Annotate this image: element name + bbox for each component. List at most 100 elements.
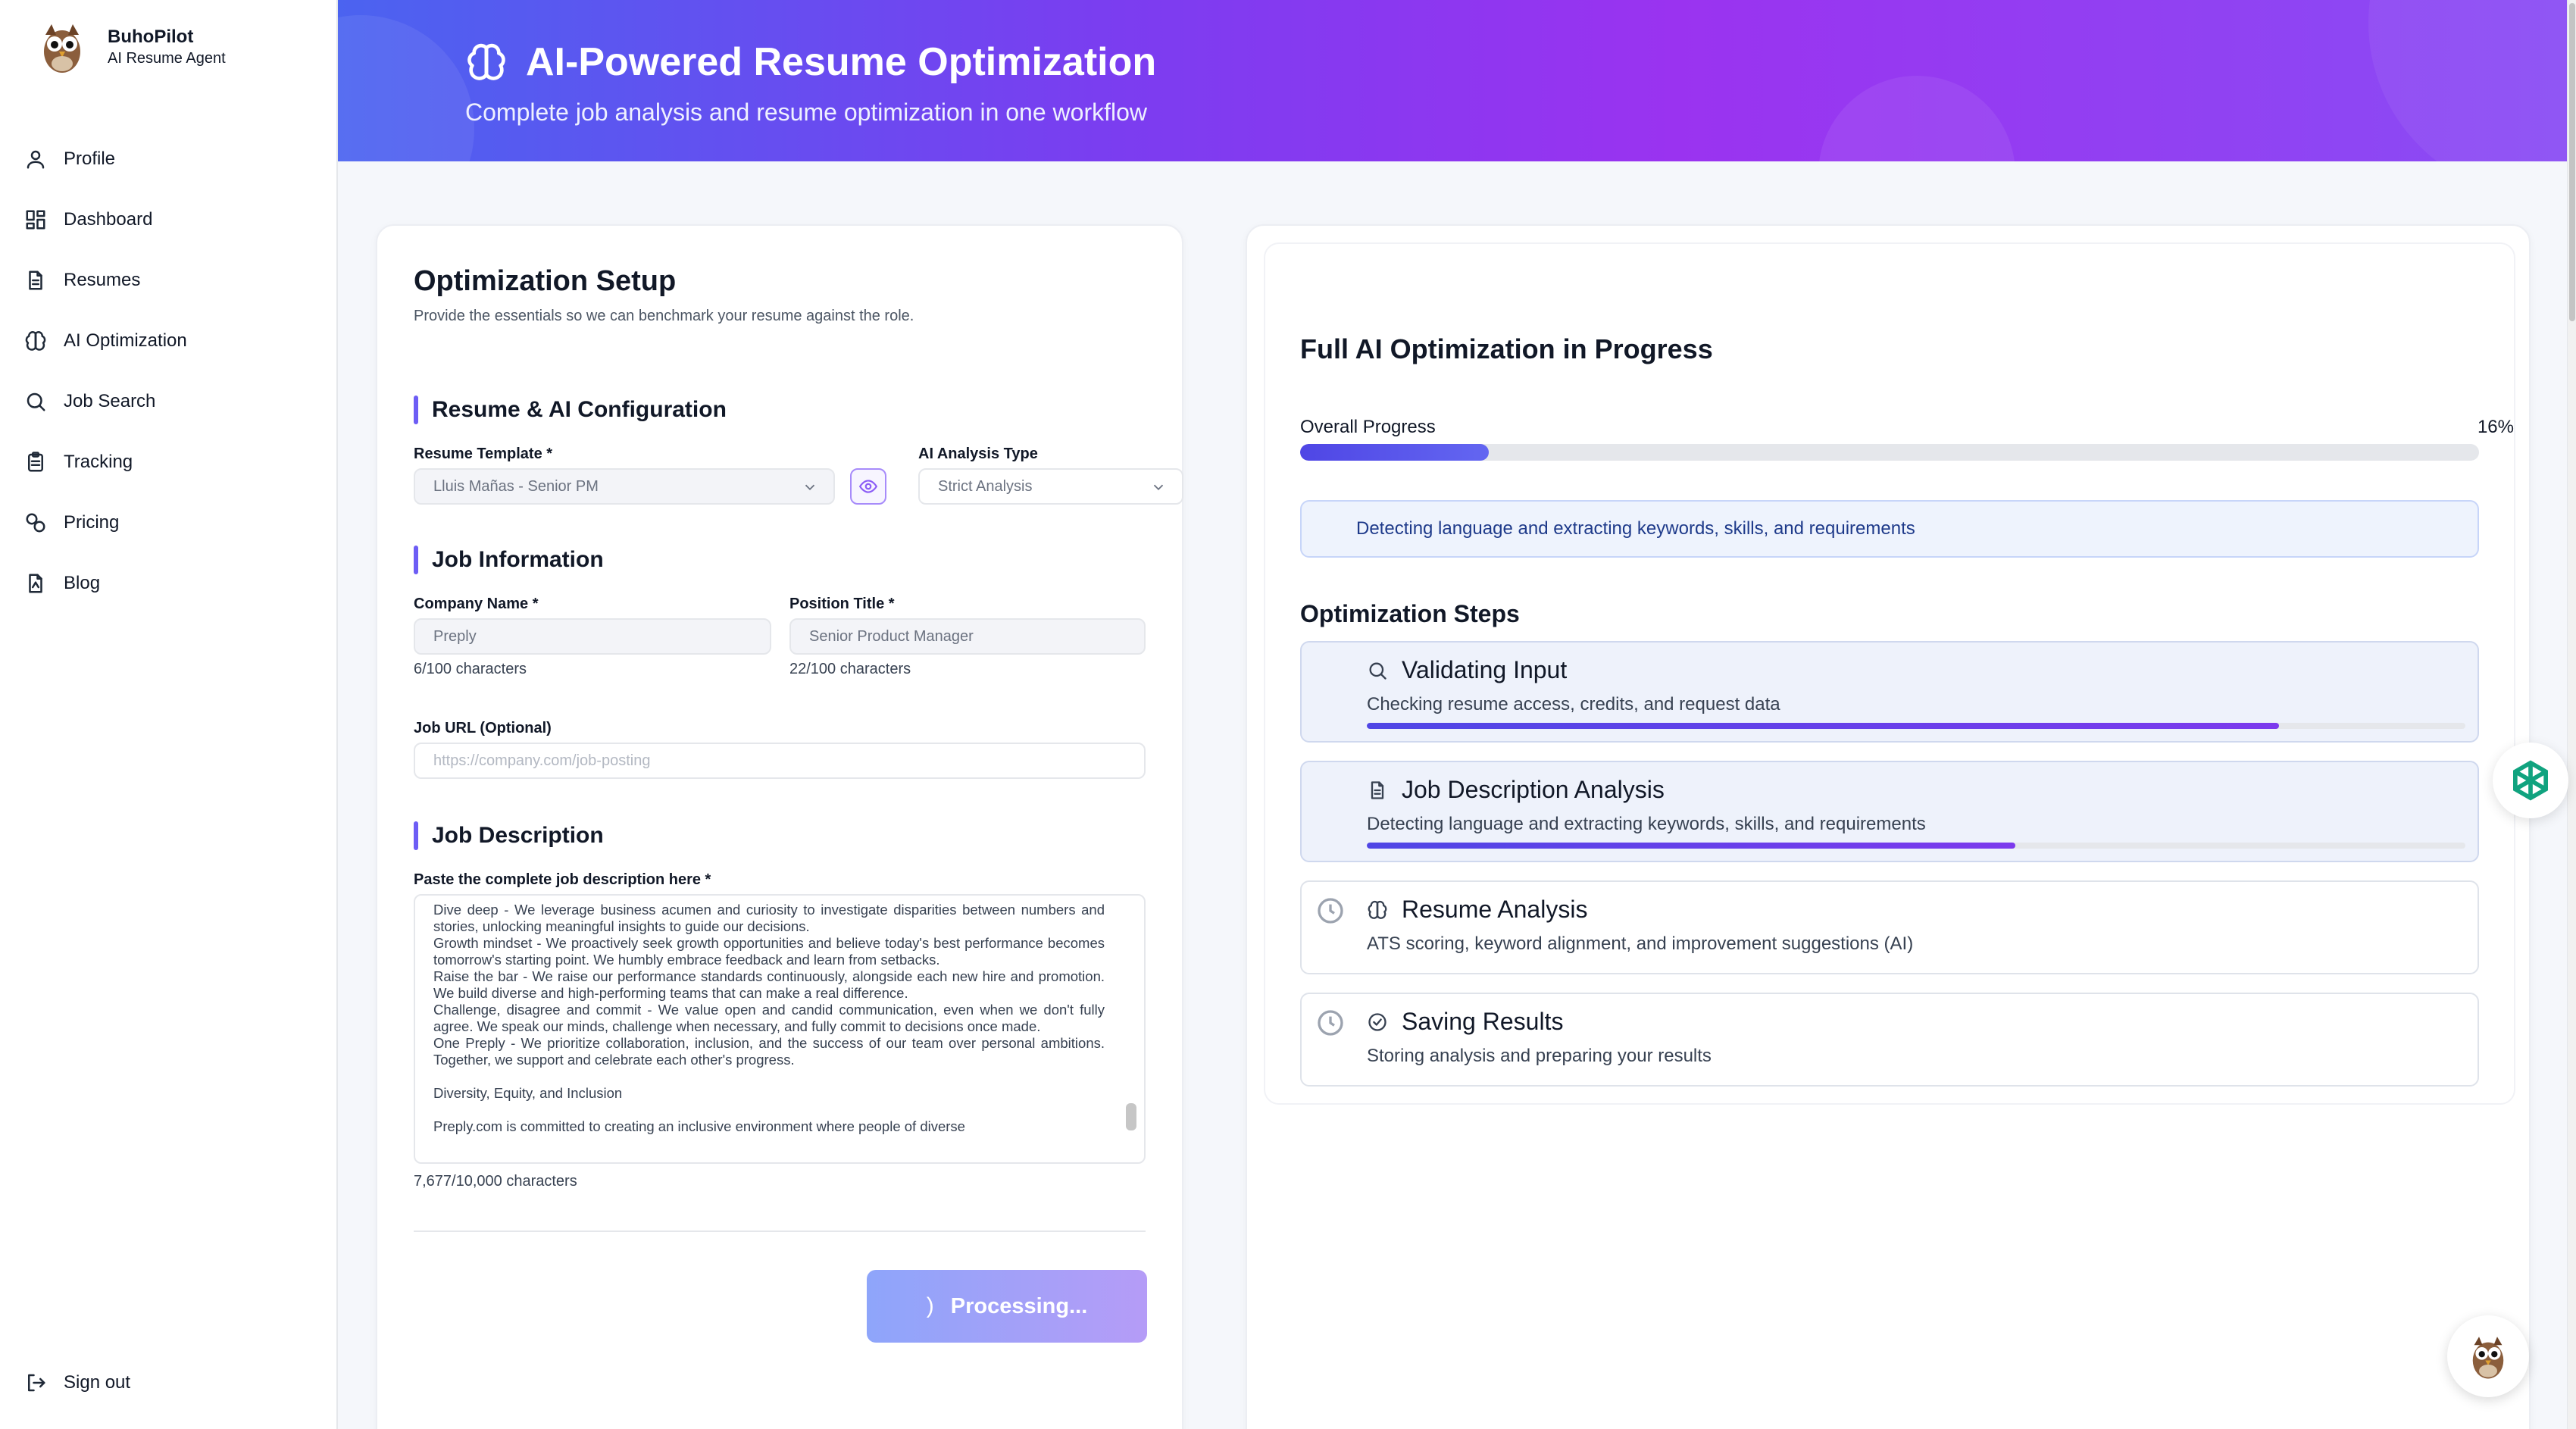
dashboard-icon [26, 210, 45, 230]
job-description-line: Growth mindset - We proactively seek gro… [433, 935, 1105, 968]
job-description-line: Dive deep - We leverage business acumen … [433, 902, 1105, 934]
page-subtitle: Complete job analysis and resume optimiz… [465, 98, 1147, 126]
clock-icon [1315, 1008, 1346, 1038]
step-title: Saving Results [1367, 1008, 1563, 1036]
overall-progress-percent: 16% [2477, 417, 2514, 437]
sidebar-item-profile[interactable]: Profile [23, 129, 311, 189]
job-url-label: Job URL (Optional) [414, 720, 552, 736]
document-icon [29, 270, 42, 290]
brain-icon [1368, 900, 1387, 919]
resume-template-value: Lluis Mañas - Senior PM [433, 477, 599, 495]
chevron-down-icon [802, 479, 818, 496]
setup-description: Provide the essentials so we can benchma… [414, 308, 914, 324]
step-resume-analysis: Resume Analysis ATS scoring, keyword ali… [1300, 880, 2479, 974]
sidebar-nav: Profile Dashboard Resumes AI Optimizatio… [23, 129, 311, 614]
sidebar-item-dashboard[interactable]: Dashboard [23, 189, 311, 250]
job-url-input[interactable]: https://company.com/job-posting [414, 743, 1146, 779]
step-description: Checking resume access, credits, and req… [1367, 694, 1780, 714]
sidebar-item-resumes[interactable]: Resumes [23, 250, 311, 311]
step-description: ATS scoring, keyword alignment, and impr… [1367, 933, 1914, 954]
company-name-label: Company Name * [414, 596, 539, 612]
status-message: Detecting language and extracting keywor… [1300, 500, 2479, 558]
chat-owl-button[interactable] [2447, 1315, 2529, 1397]
progress-panel: Full AI Optimization in Progress Overall… [1264, 242, 2515, 1105]
sidebar: BuhoPilot AI Resume Agent Profile Dashbo… [0, 0, 338, 1429]
clipboard-icon [28, 452, 43, 472]
ai-assistant-button[interactable] [2493, 743, 2568, 818]
eye-icon [858, 480, 878, 493]
owl-chat-icon [2472, 1337, 2504, 1379]
section-job-description: Job Description [414, 821, 604, 850]
textarea-scrollbar[interactable] [1126, 1103, 1136, 1130]
job-description-count: 7,677/10,000 characters [414, 1173, 577, 1190]
company-name-input[interactable]: Preply [414, 618, 771, 655]
step-job-description-analysis: Job Description Analysis Detecting langu… [1300, 761, 2479, 862]
progress-title: Full AI Optimization in Progress [1300, 333, 1713, 364]
step-title-text: Job Description Analysis [1402, 776, 1665, 803]
owl-logo-icon [44, 24, 80, 73]
sidebar-item-label: Tracking [64, 452, 133, 472]
decor-circle [1818, 76, 2015, 161]
search-icon [1369, 662, 1386, 680]
job-description-textarea[interactable]: Dive deep - We leverage business acumen … [414, 894, 1146, 1164]
overall-progress-fill [1300, 444, 1489, 461]
decor-circle [338, 15, 474, 161]
analysis-type-label: AI Analysis Type [918, 446, 1038, 462]
user-icon [27, 150, 45, 169]
section-title-text: Job Description [432, 823, 604, 848]
search-icon [27, 392, 45, 411]
preview-template-button[interactable] [850, 468, 886, 505]
sidebar-item-label: Blog [64, 573, 101, 593]
analysis-type-value: Strict Analysis [938, 477, 1033, 495]
job-description-label: Paste the complete job description here … [414, 871, 711, 888]
signout-button[interactable]: Sign out [24, 1371, 130, 1394]
sidebar-item-job-search[interactable]: Job Search [23, 371, 311, 432]
sidebar-item-label: Dashboard [64, 209, 153, 230]
brand-name: BuhoPilot [108, 27, 194, 47]
section-accent [414, 396, 418, 424]
divider [414, 1230, 1146, 1232]
brain-icon [25, 331, 46, 351]
job-description-line [433, 1102, 1105, 1118]
position-title-input[interactable]: Senior Product Manager [789, 618, 1146, 655]
sidebar-item-tracking[interactable]: Tracking [23, 432, 311, 492]
job-description-line: One Preply - We prioritize collaboration… [433, 1035, 1105, 1068]
coins-icon [26, 513, 45, 533]
sidebar-item-blog[interactable]: Blog [23, 553, 311, 614]
step-description: Detecting language and extracting keywor… [1367, 814, 1926, 834]
step-title-text: Saving Results [1402, 1008, 1564, 1035]
brand[interactable]: BuhoPilot AI Resume Agent [33, 18, 226, 76]
section-job-info: Job Information [414, 546, 604, 574]
overall-progress-bar [1300, 444, 2479, 461]
sidebar-item-label: Resumes [64, 270, 141, 290]
document-icon [1371, 780, 1384, 799]
section-title-text: Resume & AI Configuration [432, 397, 727, 422]
clock-icon [1315, 896, 1346, 926]
steps-title: Optimization Steps [1300, 600, 1520, 627]
position-title-label: Position Title * [789, 596, 895, 612]
sidebar-item-label: Job Search [64, 391, 156, 411]
step-progress-bar [1367, 843, 2465, 849]
analysis-type-select[interactable]: Strict Analysis [918, 468, 1183, 505]
resume-template-select[interactable]: Lluis Mañas - Senior PM [414, 468, 835, 505]
step-title: Validating Input [1367, 656, 1567, 684]
page-title-text: AI-Powered Resume Optimization [526, 40, 1157, 84]
step-progress-fill [1367, 723, 2279, 729]
company-name-value: Preply [433, 627, 477, 645]
sidebar-item-pricing[interactable]: Pricing [23, 492, 311, 553]
job-url-placeholder: https://company.com/job-posting [433, 752, 651, 769]
sidebar-item-ai-optimization[interactable]: AI Optimization [23, 311, 311, 371]
page-header: AI-Powered Resume Optimization Complete … [338, 0, 2567, 161]
step-title-text: Validating Input [1402, 656, 1568, 683]
logout-icon [28, 1374, 45, 1392]
section-accent [414, 821, 418, 850]
step-title-text: Resume Analysis [1402, 896, 1588, 923]
section-title-text: Job Information [432, 547, 604, 572]
page-scrollbar[interactable] [2567, 0, 2576, 1429]
company-name-count: 6/100 characters [414, 661, 527, 677]
step-progress-bar [1367, 723, 2465, 729]
job-description-line: Raise the bar - We raise our performance… [433, 968, 1105, 1001]
scrollbar-thumb[interactable] [2569, 3, 2575, 321]
position-title-value: Senior Product Manager [809, 627, 974, 645]
processing-button[interactable]: ) Processing... [867, 1270, 1147, 1343]
